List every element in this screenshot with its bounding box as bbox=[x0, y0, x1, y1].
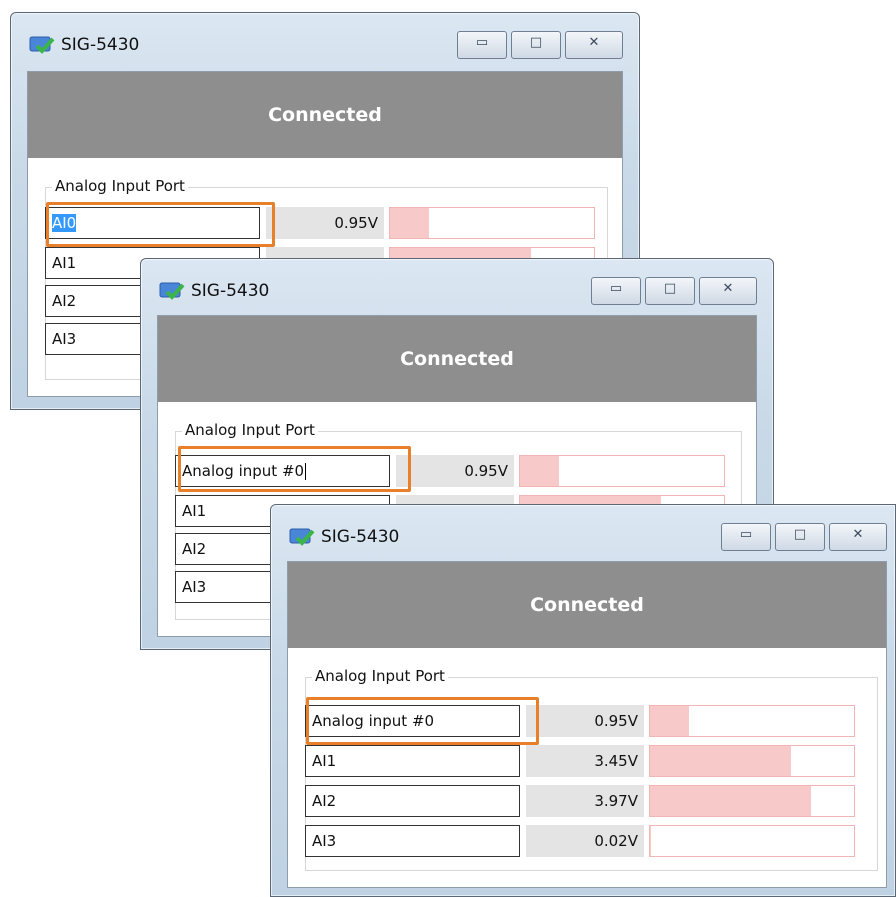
maximize-button[interactable]: □ bbox=[775, 523, 825, 551]
maximize-icon: □ bbox=[529, 35, 543, 50]
highlight-box bbox=[178, 446, 411, 492]
channel-voltage: 3.45V bbox=[526, 745, 644, 777]
level-bar bbox=[519, 455, 725, 487]
highlight-box bbox=[46, 202, 275, 247]
connection-status: Connected bbox=[288, 562, 886, 648]
level-fill bbox=[650, 746, 791, 776]
maximize-button[interactable]: □ bbox=[645, 277, 695, 305]
close-icon: ✕ bbox=[588, 35, 600, 50]
close-button[interactable]: ✕ bbox=[829, 523, 887, 551]
maximize-icon: □ bbox=[663, 281, 677, 296]
group-label: Analog Input Port bbox=[182, 421, 318, 439]
channel-voltage: 0.95V bbox=[396, 455, 514, 487]
level-fill bbox=[650, 826, 651, 856]
minimize-button[interactable]: ▭ bbox=[457, 31, 507, 59]
window-title: SIG-5430 bbox=[61, 35, 140, 55]
close-button[interactable]: ✕ bbox=[699, 277, 757, 305]
group-label: Analog Input Port bbox=[312, 667, 448, 685]
window-title: SIG-5430 bbox=[321, 527, 400, 547]
group-label: Analog Input Port bbox=[52, 177, 188, 195]
level-bar bbox=[389, 207, 595, 239]
title-bar[interactable]: SIG-5430 ▭ □ ✕ bbox=[141, 259, 773, 311]
app-check-icon bbox=[289, 528, 315, 546]
app-check-icon bbox=[159, 282, 185, 300]
level-bar bbox=[649, 785, 855, 817]
minimize-button[interactable]: ▭ bbox=[591, 277, 641, 305]
channel-name-input[interactable]: AI2 bbox=[305, 785, 520, 817]
channel-voltage: 0.95V bbox=[526, 705, 644, 737]
close-icon: ✕ bbox=[852, 527, 864, 542]
window-title: SIG-5430 bbox=[191, 281, 270, 301]
app-check-icon bbox=[29, 36, 55, 54]
maximize-button[interactable]: □ bbox=[511, 31, 561, 59]
connection-status: Connected bbox=[28, 72, 622, 158]
close-button[interactable]: ✕ bbox=[565, 31, 623, 59]
connection-status: Connected bbox=[158, 316, 756, 402]
title-bar[interactable]: SIG-5430 ▭ □ ✕ bbox=[271, 505, 895, 557]
minimize-icon: ▭ bbox=[475, 35, 489, 50]
level-fill bbox=[650, 706, 689, 736]
channel-voltage: 0.95V bbox=[266, 207, 384, 239]
level-fill bbox=[650, 786, 811, 816]
level-fill bbox=[390, 208, 429, 238]
minimize-icon: ▭ bbox=[609, 281, 623, 296]
close-icon: ✕ bbox=[722, 281, 734, 296]
level-bar bbox=[649, 825, 855, 857]
channel-name-input[interactable]: AI3 bbox=[305, 825, 520, 857]
level-bar bbox=[649, 705, 855, 737]
level-bar bbox=[649, 745, 855, 777]
channel-voltage: 0.02V bbox=[526, 825, 644, 857]
maximize-icon: □ bbox=[793, 527, 807, 542]
window-3: SIG-5430 ▭ □ ✕ Connected Analog Input Po… bbox=[270, 504, 896, 897]
title-bar[interactable]: SIG-5430 ▭ □ ✕ bbox=[11, 13, 639, 65]
level-fill bbox=[520, 456, 559, 486]
channel-name-input[interactable]: AI1 bbox=[305, 745, 520, 777]
minimize-icon: ▭ bbox=[739, 527, 753, 542]
channel-voltage: 3.97V bbox=[526, 785, 644, 817]
highlight-box bbox=[306, 697, 539, 745]
minimize-button[interactable]: ▭ bbox=[721, 523, 771, 551]
